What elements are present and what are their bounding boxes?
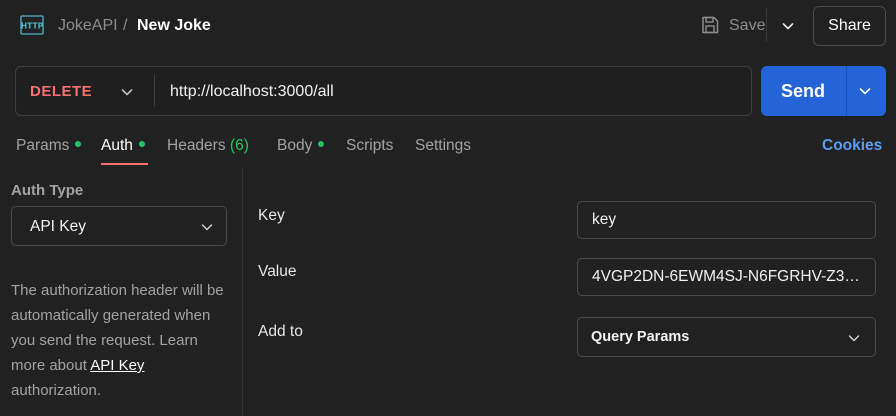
add-to-label: Add to [258,323,303,340]
headers-count: (6) [229,137,249,154]
status-dot [75,141,82,147]
divider [766,8,767,42]
add-to-select[interactable]: Query Params [577,317,876,357]
method-select[interactable]: DELETE [30,83,92,100]
url-bar: DELETE [15,66,752,116]
save-button[interactable]: Save [729,17,765,35]
tab-body[interactable]: Body [277,137,325,155]
auth-type-select[interactable]: API Key [11,206,227,246]
api-key-docs-link[interactable]: API Key [90,357,144,374]
tab-headers[interactable]: Headers (6) [167,137,249,155]
key-input[interactable] [577,201,876,239]
tab-auth[interactable]: Auth [101,137,145,155]
value-input[interactable] [577,258,876,296]
auth-type-label: Auth Type [11,182,84,199]
key-label: Key [258,207,285,224]
request-header: HTTP JokeAPI / New Joke Save Share [0,0,896,52]
chevron-down-icon[interactable] [780,18,796,34]
tab-params[interactable]: Params [16,137,82,155]
auth-description-suffix: authorization. [11,382,102,399]
value-label: Value [258,263,297,280]
status-dot [318,141,325,147]
breadcrumb-separator: / [123,17,128,34]
panel-divider [242,168,243,416]
send-label: Send [781,81,826,101]
request-title[interactable]: New Joke [137,17,211,35]
chevron-down-icon[interactable] [857,83,873,99]
save-icon[interactable] [700,15,720,35]
divider [154,75,155,107]
svg-text:HTTP: HTTP [21,22,44,31]
active-tab-indicator [101,163,148,165]
auth-description: The authorization header will be automat… [11,278,236,403]
chevron-down-icon[interactable] [119,84,135,100]
chevron-down-icon [848,335,860,342]
auth-type-value: API Key [30,218,86,235]
share-button[interactable]: Share [813,6,886,46]
breadcrumb-collection[interactable]: JokeAPI [58,17,118,35]
add-to-value: Query Params [591,329,690,345]
tab-label: Headers [167,137,226,154]
tab-scripts[interactable]: Scripts [346,137,393,155]
tab-settings[interactable]: Settings [415,137,471,155]
save-button-group: Save [700,6,806,46]
chevron-down-icon [201,224,213,231]
tab-label: Auth [101,137,133,154]
status-dot [138,141,145,147]
divider [846,66,847,116]
http-icon: HTTP [20,15,44,35]
url-input[interactable] [170,81,730,103]
tab-label: Body [277,137,313,154]
cookies-link[interactable]: Cookies [822,137,882,155]
send-button[interactable]: Send [761,66,886,116]
tab-label: Params [16,137,70,154]
